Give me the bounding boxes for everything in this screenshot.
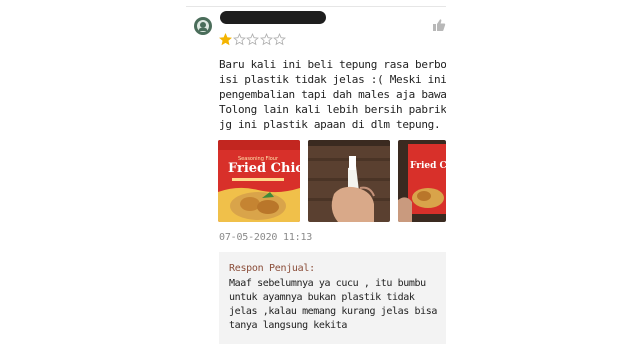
seller-response-text: Maaf sebelumnya ya cucu , itu bumbu untu… <box>229 277 446 333</box>
response-line: Maaf sebelumnya ya cucu , itu bumbu <box>229 278 426 289</box>
review-text: Baru kali ini beli tepung rasa berbonus … <box>219 57 446 132</box>
review-photo-package-2[interactable]: Fried Chicken <box>398 140 446 222</box>
avatar-body <box>199 28 207 31</box>
review-photo-plastic[interactable] <box>308 140 390 222</box>
seller-response: Respon Penjual: Maaf sebelumnya ya cucu … <box>219 252 446 344</box>
response-line: tanya langsung kekita <box>229 320 348 331</box>
review-photo-package[interactable]: Seasoning Flour Fried Chicken <box>218 140 300 222</box>
review-line: jg ini plastik apaan di dlm tepung. <box>219 118 441 131</box>
review-date: 07-05-2020 11:13 <box>219 232 313 243</box>
thumbs-up-icon[interactable] <box>432 18 446 32</box>
reviewer-name-redacted <box>220 11 326 24</box>
response-line: untuk ayamnya bukan plastik tidak <box>229 292 415 303</box>
review-card: Baru kali ini beli tepung rasa berbonus … <box>186 0 446 360</box>
rating-stars <box>219 33 287 49</box>
review-line: isi plastik tidak jelas :( Meski ini bis… <box>219 73 446 86</box>
review-line: Baru kali ini beli tepung rasa berbonus … <box>219 58 446 71</box>
seller-response-title: Respon Penjual: <box>229 263 315 274</box>
top-divider <box>186 6 446 7</box>
package-title-2: Fried Chicken <box>410 161 446 171</box>
star-empty-icon <box>273 33 286 46</box>
star-empty-icon <box>259 33 273 46</box>
review-line: Tolong lain kali lebih bersih pabriknya.… <box>219 103 446 116</box>
review-line: pengembalian tapi dah males aja bawaa <box>219 88 446 101</box>
star-filled-icon <box>219 33 232 46</box>
reviewer-avatar[interactable] <box>194 17 212 35</box>
star-empty-icon <box>232 33 246 46</box>
package-title-1: Fried Chicken <box>228 161 300 176</box>
response-line: jelas ,kalau memang kurang jelas bisa <box>229 306 437 317</box>
star-empty-icon <box>246 33 259 46</box>
